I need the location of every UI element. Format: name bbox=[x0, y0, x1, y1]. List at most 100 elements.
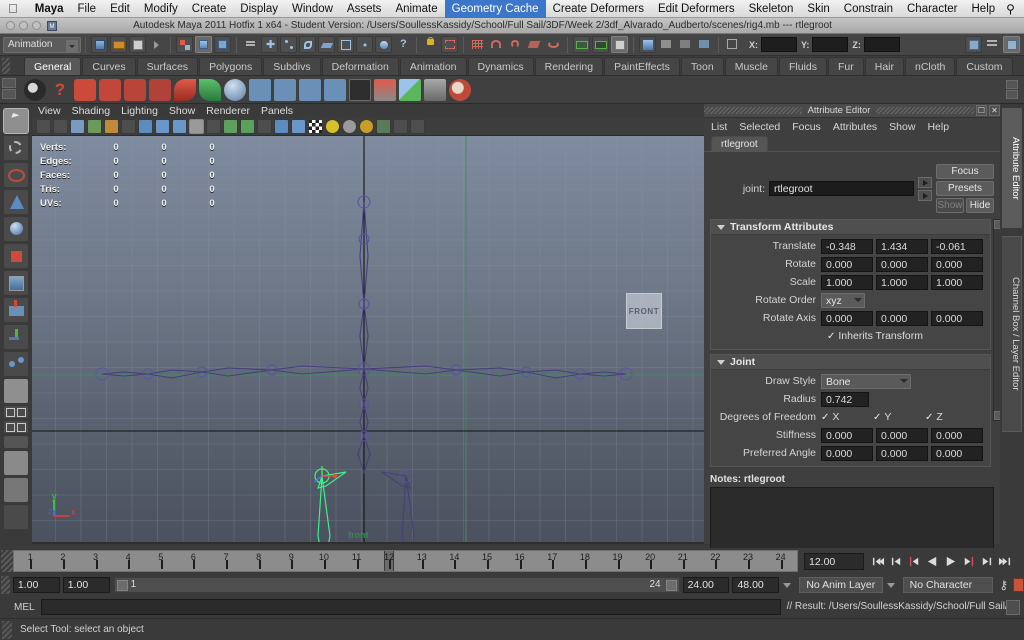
gate-mask-icon[interactable] bbox=[189, 119, 204, 134]
rotate-z-field[interactable]: 0.000 bbox=[931, 256, 983, 272]
film-gate-icon[interactable] bbox=[155, 119, 170, 134]
joint-section-header[interactable]: Joint bbox=[711, 355, 990, 370]
joint-name-input[interactable] bbox=[769, 181, 914, 196]
shelf-tab-hair[interactable]: Hair bbox=[864, 57, 904, 75]
shelf-tab-animation[interactable]: Animation bbox=[399, 57, 467, 75]
rotate-order-dropdown[interactable]: xyz bbox=[821, 292, 865, 308]
go-to-end-icon[interactable] bbox=[998, 555, 1011, 568]
chevron-down-icon[interactable] bbox=[886, 582, 895, 588]
shelf-scroll-down-icon[interactable] bbox=[1006, 89, 1018, 99]
toggle-channel-box-button[interactable] bbox=[1003, 36, 1020, 53]
show-manipulator-tool[interactable] bbox=[3, 324, 29, 350]
highlight-selection-button[interactable] bbox=[441, 36, 458, 53]
shelf-scroll-buttons[interactable] bbox=[1006, 79, 1020, 100]
layout-single-perspective-icon[interactable] bbox=[3, 378, 29, 404]
scale-y-field[interactable]: 1.000 bbox=[876, 274, 928, 290]
render-current-frame-button[interactable] bbox=[611, 36, 628, 53]
show-button[interactable]: Show bbox=[936, 198, 964, 213]
safe-title-icon[interactable] bbox=[240, 119, 255, 134]
chevron-down-icon[interactable] bbox=[66, 39, 78, 52]
search-icon[interactable]: ⚲ bbox=[1002, 2, 1024, 16]
anim-start-time-field[interactable]: 1.00 bbox=[12, 577, 60, 593]
collapse-triangle-icon[interactable] bbox=[717, 224, 725, 230]
snap-to-projected-center-button[interactable] bbox=[526, 36, 543, 53]
character-set-selector[interactable]: No Character Set bbox=[902, 577, 994, 606]
shelf-tab-muscle[interactable]: Muscle bbox=[724, 57, 778, 75]
shelf-grip[interactable] bbox=[2, 58, 10, 74]
scale-z-field[interactable]: 1.000 bbox=[931, 274, 983, 290]
lock-icon[interactable] bbox=[422, 36, 439, 53]
shelf-tab-toon[interactable]: Toon bbox=[680, 57, 724, 75]
translate-x-field[interactable]: -0.348 bbox=[821, 238, 873, 254]
isolate-select-icon[interactable] bbox=[410, 119, 425, 134]
shelf-tab-general[interactable]: General bbox=[24, 57, 82, 75]
select-mask-menu-icon[interactable] bbox=[242, 36, 259, 53]
minimize-icon[interactable] bbox=[19, 21, 28, 30]
rotate-axis-y-field[interactable]: 0.000 bbox=[876, 310, 928, 326]
use-default-light-icon[interactable] bbox=[359, 119, 374, 134]
script-editor-icon[interactable] bbox=[1006, 599, 1020, 615]
camera-up-icon[interactable] bbox=[124, 78, 146, 101]
last-tool-used[interactable] bbox=[3, 351, 29, 377]
use-no-lights-icon[interactable] bbox=[342, 119, 357, 134]
preferred-angle-x-field[interactable]: 0.000 bbox=[821, 445, 873, 461]
move-tool[interactable] bbox=[3, 189, 29, 215]
universal-manipulator-tool[interactable] bbox=[3, 270, 29, 296]
previous-node-icon[interactable] bbox=[918, 176, 932, 188]
save-scene-button[interactable] bbox=[129, 36, 146, 53]
safe-action-icon[interactable] bbox=[223, 119, 238, 134]
notes-textarea[interactable] bbox=[710, 487, 994, 549]
shelf-scroll-up-icon[interactable] bbox=[1006, 79, 1018, 89]
scale-x-field[interactable]: 1.000 bbox=[821, 274, 873, 290]
viewport-3d[interactable]: Verts: 0 0 0 Edges: 0 0 0 Faces: 0 0 0 Tris: 0 0 0 U… bbox=[32, 136, 704, 542]
field-chart-icon[interactable] bbox=[206, 119, 221, 134]
node-nav-buttons[interactable] bbox=[918, 176, 932, 201]
play-forwards-icon[interactable] bbox=[944, 555, 957, 568]
construction-history-on-button[interactable] bbox=[573, 36, 590, 53]
shelf-tab-subdivs[interactable]: Subdivs bbox=[263, 57, 321, 75]
drag-handle[interactable] bbox=[876, 107, 974, 114]
twopoint-resolution-icon[interactable] bbox=[121, 119, 136, 134]
undo-icon[interactable] bbox=[174, 78, 196, 101]
viewport-menu-show[interactable]: Show bbox=[169, 105, 195, 117]
paint-select-tool[interactable] bbox=[3, 162, 29, 188]
stiffness-x-field[interactable]: 0.000 bbox=[821, 427, 873, 443]
image-plane-icon[interactable] bbox=[104, 119, 119, 134]
shelf-tab-ncloth[interactable]: nCloth bbox=[905, 57, 956, 75]
ae-menu-selected[interactable]: Selected bbox=[739, 121, 780, 133]
playback-end-time-field[interactable]: 24.00 bbox=[682, 577, 730, 593]
redo-icon[interactable] bbox=[199, 78, 221, 101]
os-menu-item-file[interactable]: File bbox=[71, 0, 104, 18]
parent-icon[interactable] bbox=[274, 78, 296, 101]
anim-end-time-field[interactable]: 48.00 bbox=[732, 577, 780, 593]
os-menu-item-geometry-cache[interactable]: Geometry Cache bbox=[444, 0, 546, 18]
preferred-angle-y-field[interactable]: 0.000 bbox=[876, 445, 928, 461]
rotate-tool[interactable] bbox=[3, 216, 29, 242]
modeling-display-icon[interactable] bbox=[724, 36, 741, 53]
ae-menu-attributes[interactable]: Attributes bbox=[833, 121, 877, 133]
select-rendering-button[interactable] bbox=[375, 36, 392, 53]
command-language-label[interactable]: MEL bbox=[0, 602, 41, 613]
delete-icon[interactable] bbox=[224, 78, 246, 101]
bookmark-icon[interactable] bbox=[87, 119, 102, 134]
os-menu-item-window[interactable]: Window bbox=[285, 0, 340, 18]
step-back-keyframe-icon[interactable] bbox=[890, 555, 903, 568]
translate-z-field[interactable]: -0.061 bbox=[931, 238, 983, 254]
animation-preferences-icon[interactable] bbox=[1013, 578, 1024, 592]
group-icon[interactable] bbox=[249, 78, 271, 101]
os-menu-item-constrain[interactable]: Constrain bbox=[837, 0, 900, 18]
vertical-tab-attribute-editor[interactable]: Attribute Editor bbox=[1002, 108, 1022, 228]
key-icon[interactable]: ⚷ bbox=[999, 578, 1008, 592]
playblast-icon[interactable] bbox=[24, 78, 46, 101]
shelf-side-buttons[interactable] bbox=[2, 78, 18, 102]
hide-button[interactable]: Hide bbox=[966, 198, 994, 213]
unparent-icon[interactable] bbox=[299, 78, 321, 101]
paint-icon[interactable] bbox=[449, 78, 471, 101]
time-slider-grip[interactable] bbox=[1, 550, 13, 572]
node-tab-rtlegroot[interactable]: rtlegroot bbox=[711, 136, 768, 151]
shelf-tab-curves[interactable]: Curves bbox=[82, 57, 136, 75]
coord-z-input[interactable] bbox=[863, 37, 900, 52]
camera-aim-icon[interactable] bbox=[99, 78, 121, 101]
use-all-lights-icon[interactable] bbox=[325, 119, 340, 134]
layout-outliner-persp-icon[interactable] bbox=[3, 435, 29, 449]
